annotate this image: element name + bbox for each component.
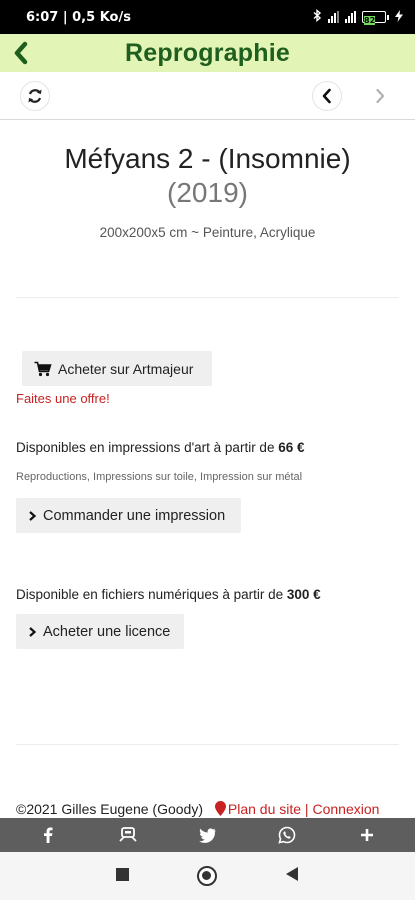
order-print-label: Commander une impression (43, 507, 226, 524)
whatsapp-icon (278, 826, 296, 844)
refresh-button[interactable] (20, 81, 50, 111)
battery-icon: 82 (362, 11, 389, 25)
toolbar (0, 72, 415, 120)
divider (16, 744, 399, 745)
system-nav-bar (0, 852, 415, 900)
share-facebook-button[interactable] (33, 820, 63, 850)
prints-text: Disponibles en impressions d'art à parti… (16, 440, 279, 455)
plus-icon (361, 829, 374, 841)
artwork-title: Méfyans 2 - (Insomnie) (64, 143, 351, 174)
digital-text: Disponible en fichiers numériques à part… (16, 587, 287, 602)
app-header: Reprographie (0, 34, 415, 72)
refresh-icon (28, 89, 42, 103)
share-pinterest-button[interactable] (113, 820, 143, 850)
home-button[interactable] (197, 866, 217, 886)
previous-button[interactable] (312, 81, 342, 111)
page-title: Reprographie (125, 39, 290, 67)
battery-level: 82 (364, 16, 376, 25)
chevron-right-icon (29, 626, 37, 637)
share-twitter-button[interactable] (192, 820, 222, 850)
buy-artmajeur-button[interactable]: Acheter sur Artmajeur (22, 351, 212, 386)
next-button[interactable] (365, 81, 395, 111)
status-time-speed: 6:07 | 0,5 Ko/s (26, 9, 131, 25)
cart-icon (34, 361, 52, 376)
divider (16, 297, 399, 298)
digital-price: 300 € (286, 587, 321, 602)
status-icons: 82 (313, 9, 403, 25)
buy-licence-button[interactable]: Acheter une licence (16, 614, 184, 649)
prints-price: 66 € (278, 440, 305, 455)
signal-icon-2 (345, 11, 356, 23)
share-more-button[interactable] (352, 820, 382, 850)
chevron-right-icon (376, 88, 385, 104)
recent-apps-button[interactable] (116, 868, 129, 881)
artwork-year: (2019) (167, 177, 248, 208)
status-bar: 6:07 | 0,5 Ko/s 82 (0, 0, 415, 34)
system-back-button[interactable] (286, 867, 298, 881)
pinterest-icon (119, 827, 137, 842)
footer: ©2021 Gilles Eugene (Goody) Plan du site… (16, 801, 415, 819)
buy-artmajeur-label: Acheter sur Artmajeur (58, 360, 194, 377)
chevron-left-icon (322, 88, 331, 104)
bluetooth-icon (313, 9, 322, 25)
chevron-right-icon (29, 510, 37, 521)
digital-availability: Disponible en fichiers numériques à part… (16, 587, 321, 602)
order-print-button[interactable]: Commander une impression (16, 498, 241, 533)
login-link[interactable]: Connexion (312, 801, 379, 817)
copyright-text: ©2021 Gilles Eugene (Goody) (16, 801, 203, 817)
twitter-icon (199, 828, 216, 843)
arrow-left-icon (14, 41, 28, 65)
buy-licence-label: Acheter une licence (43, 623, 171, 640)
sitemap-link[interactable]: Plan du site (228, 801, 301, 817)
signal-icon (328, 11, 339, 23)
charging-icon (395, 9, 403, 25)
share-bar (0, 818, 415, 852)
map-pin-icon (214, 801, 226, 816)
make-offer-link[interactable]: Faites une offre! (16, 391, 110, 406)
share-whatsapp-button[interactable] (272, 820, 302, 850)
footer-separator: | (301, 801, 313, 817)
prints-availability: Disponibles en impressions d'art à parti… (16, 440, 304, 455)
back-button[interactable] (8, 38, 36, 68)
prints-types: Reproductions, Impressions sur toile, Im… (16, 471, 303, 483)
artwork-details: 200x200x5 cm ~ Peinture, Acrylique (99, 225, 316, 240)
facebook-icon (43, 827, 53, 843)
